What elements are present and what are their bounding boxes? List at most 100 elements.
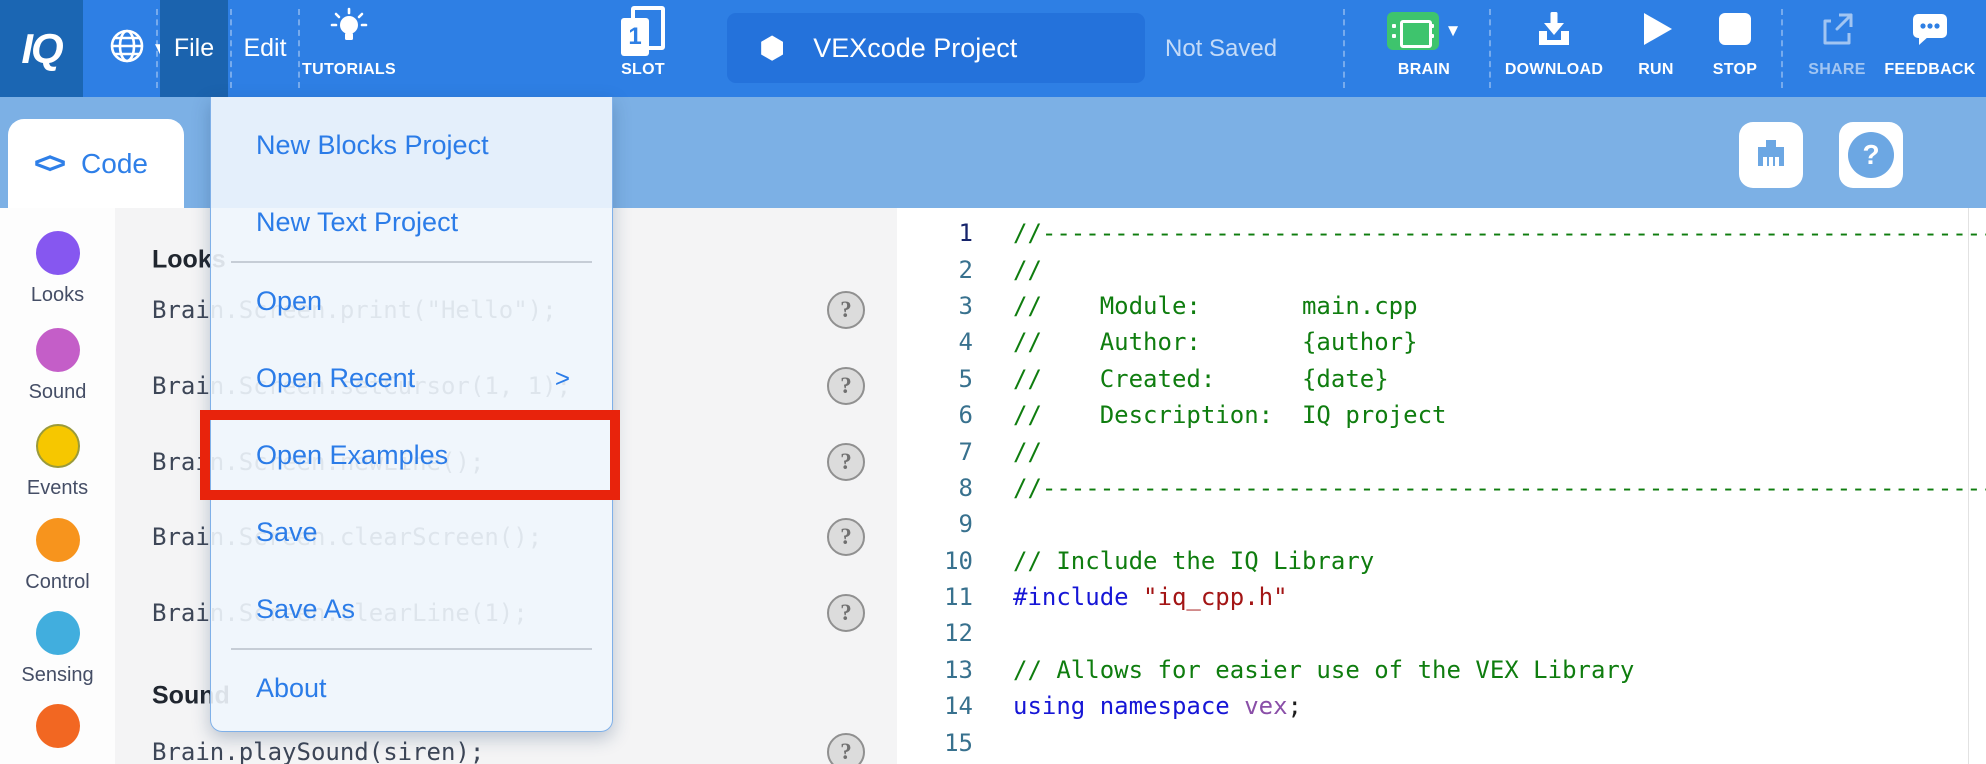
code-line: 8//-------------------------------------…: [897, 470, 1986, 506]
code-editor[interactable]: 1//-------------------------------------…: [897, 208, 1986, 764]
code-text: //--------------------------------------…: [1013, 219, 1986, 247]
menu-item-save[interactable]: Save: [211, 494, 612, 571]
slot-label: SLOT: [621, 62, 665, 78]
sidebar-item-label: Sound: [0, 381, 115, 404]
menu-item-new-text-project[interactable]: New Text Project: [211, 184, 612, 261]
brain-port-button[interactable]: [1739, 122, 1803, 188]
download-icon: [1532, 7, 1576, 56]
code-tab-label: Code: [81, 148, 148, 180]
feedback-button[interactable]: FEEDBACK: [1878, 0, 1982, 97]
brain-port-icon: [1750, 132, 1792, 179]
command-help-button[interactable]: ?: [827, 443, 865, 481]
sidebar-item-extra[interactable]: [0, 704, 115, 757]
download-label: DOWNLOAD: [1505, 62, 1603, 78]
sidebar-item-control[interactable]: Control: [0, 518, 115, 594]
tutorials-button[interactable]: TUTORIALS: [300, 0, 398, 97]
line-number: 3: [897, 292, 973, 320]
toolbar-divider: [1343, 9, 1345, 88]
command-snippet[interactable]: Brain.playSound(siren);: [152, 738, 484, 764]
command-help-button[interactable]: ?: [827, 367, 865, 405]
edit-menu-button[interactable]: Edit: [233, 0, 297, 97]
submenu-arrow-icon: >: [555, 363, 570, 394]
sensing-category-icon: [36, 611, 80, 655]
menu-item-label: Open: [256, 286, 322, 317]
sidebar-item-events[interactable]: Events: [0, 424, 115, 500]
stop-label: STOP: [1713, 62, 1757, 78]
help-button[interactable]: ?: [1839, 122, 1903, 188]
command-help-button[interactable]: ?: [827, 594, 865, 632]
code-text: using namespace vex;: [1013, 692, 1302, 720]
code-brackets-icon: <>: [34, 147, 63, 181]
project-name-button[interactable]: ⬢ VEXcode Project: [727, 13, 1145, 83]
code-text: // Include the IQ Library: [1013, 547, 1374, 575]
code-text: //: [1013, 438, 1042, 466]
save-status: Not Saved: [1165, 0, 1277, 97]
line-number: 5: [897, 365, 973, 393]
project-title: VEXcode Project: [813, 33, 1017, 64]
code-line: 4// Author: {author}: [897, 324, 1986, 360]
line-number: 12: [897, 619, 973, 647]
code-line: 2//: [897, 251, 1986, 287]
line-number: 6: [897, 401, 973, 429]
command-help-button[interactable]: ?: [827, 518, 865, 556]
sidebar-item-sound[interactable]: Sound: [0, 328, 115, 404]
code-line: 5// Created: {date}: [897, 361, 1986, 397]
stop-button[interactable]: STOP: [1697, 0, 1773, 97]
code-text: //--------------------------------------…: [1013, 474, 1986, 502]
share-icon: [1817, 9, 1857, 54]
line-number: 7: [897, 438, 973, 466]
toolbar-divider: [230, 9, 232, 88]
share-label: SHARE: [1808, 62, 1866, 78]
sidebar-item-label: Looks: [0, 284, 115, 307]
code-text: // Description: IQ project: [1013, 401, 1446, 429]
menu-item-open[interactable]: Open: [211, 263, 612, 340]
menu-item-label: Open Recent: [256, 363, 415, 394]
command-help-button[interactable]: ?: [827, 733, 865, 764]
line-number: 13: [897, 656, 973, 684]
editor-scrollbar-track[interactable]: [1968, 208, 1969, 764]
command-help-button[interactable]: ?: [827, 291, 865, 329]
sidebar-item-label: Events: [0, 477, 115, 500]
tutorials-label: TUTORIALS: [302, 62, 396, 78]
sidebar-item-looks[interactable]: Looks: [0, 231, 115, 307]
vexcode-iq-window: IQ ▼ File Edit: [0, 0, 1986, 764]
tab-code[interactable]: <> Code: [8, 119, 184, 208]
download-button[interactable]: DOWNLOAD: [1505, 0, 1603, 97]
code-text: // Module: main.cpp: [1013, 292, 1418, 320]
menu-item-about[interactable]: About: [211, 650, 612, 727]
share-button[interactable]: SHARE: [1798, 0, 1876, 97]
code-line: 11#include "iq_cpp.h": [897, 579, 1986, 615]
save-status-label: Not Saved: [1165, 35, 1277, 63]
sidebar-item-label: Control: [0, 571, 115, 594]
run-button[interactable]: RUN: [1618, 0, 1694, 97]
globe-icon: [108, 27, 146, 70]
toolbar-divider: [1489, 9, 1491, 88]
slot-button[interactable]: 1 SLOT: [606, 0, 680, 97]
line-number: 2: [897, 256, 973, 284]
menu-item-save-as[interactable]: Save As: [211, 571, 612, 648]
slot-number: 1: [628, 23, 641, 51]
looks-category-icon: [36, 231, 80, 275]
menu-item-label: New Blocks Project: [256, 130, 489, 161]
menu-item-open-recent[interactable]: Open Recent >: [211, 340, 612, 417]
file-menu-label: File: [174, 34, 214, 63]
feedback-label: FEEDBACK: [1884, 62, 1975, 78]
brain-button[interactable]: ▼ BRAIN: [1368, 0, 1480, 97]
run-icon: [1638, 10, 1674, 53]
brain-icon: [1387, 12, 1439, 50]
sidebar-item-sensing[interactable]: Sensing: [0, 611, 115, 687]
menu-item-new-blocks-project[interactable]: New Blocks Project: [211, 107, 612, 184]
edit-menu-label: Edit: [243, 34, 286, 63]
line-number: 15: [897, 729, 973, 757]
code-line: 7 //: [897, 433, 1986, 469]
menu-item-label: About: [256, 673, 327, 704]
file-menu-button[interactable]: File: [160, 0, 228, 97]
code-line: 6 // Description: IQ project: [897, 397, 1986, 433]
sound-category-icon: [36, 328, 80, 372]
top-toolbar: IQ ▼ File Edit: [0, 0, 1986, 97]
code-line: 9: [897, 506, 1986, 542]
stop-icon: [1718, 12, 1752, 51]
toolbar-divider: [1781, 9, 1783, 88]
highlight-box: [200, 410, 620, 500]
code-text: // Allows for easier use of the VEX Libr…: [1013, 656, 1634, 684]
